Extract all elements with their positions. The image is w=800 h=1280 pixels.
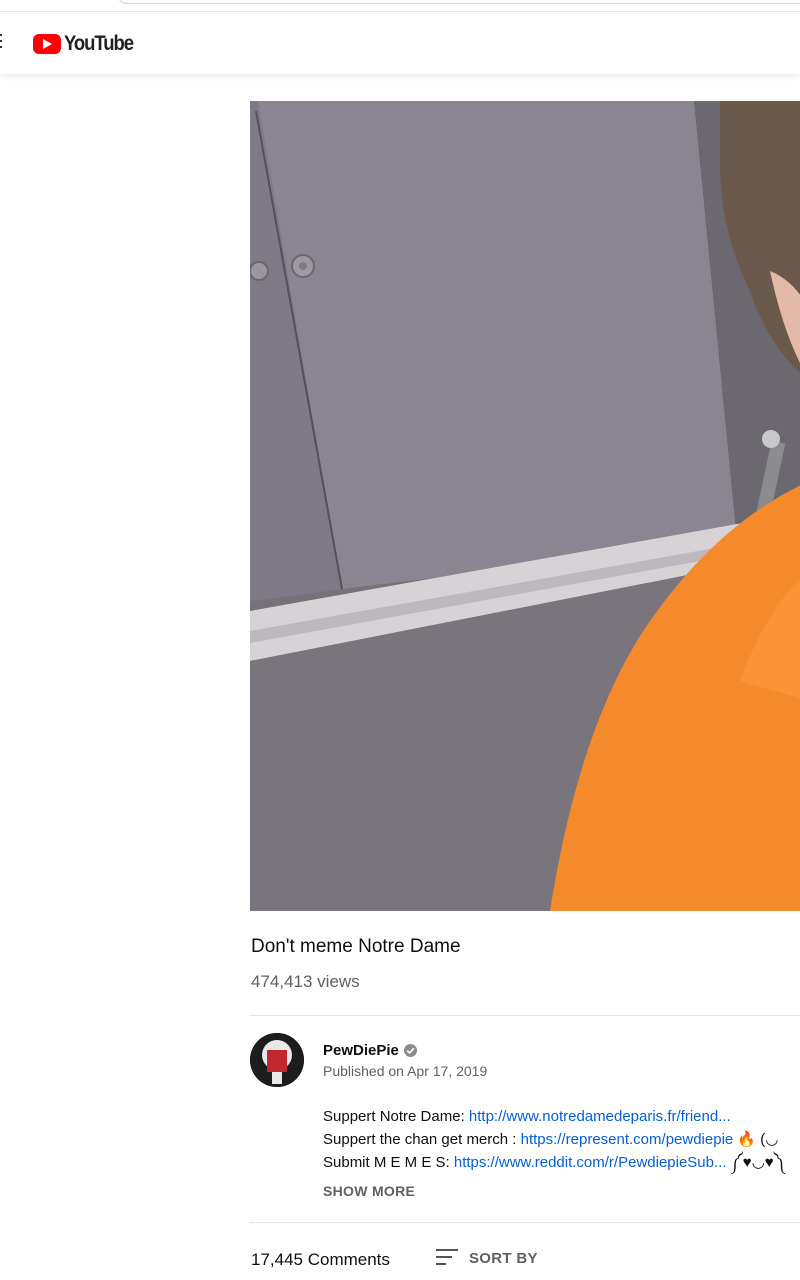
youtube-watch-page: YouTube Don't meme Notre Dame 474,413 vi…	[0, 0, 800, 1280]
avatar-image	[250, 1033, 304, 1087]
youtube-logo[interactable]: YouTube	[33, 32, 142, 56]
description-text: Suppert Notre Dame:	[323, 1108, 469, 1125]
video-frame	[250, 101, 800, 911]
check-circle-icon	[403, 1044, 417, 1057]
description-line: Suppert Notre Dame: http://www.notredame…	[323, 1105, 800, 1128]
channel-info: PewDiePie	[323, 1042, 417, 1059]
description-emoji: 🔥 (◡	[733, 1131, 779, 1148]
description-text: Submit M E M E S:	[323, 1154, 454, 1171]
divider	[250, 1015, 800, 1016]
description-line: Submit M E M E S: https://www.reddit.com…	[323, 1151, 800, 1174]
description-emoji: ༼♥◡♥༽	[726, 1154, 785, 1171]
reddit-link[interactable]: https://www.reddit.com/r/PewdiepieSub...	[454, 1154, 727, 1171]
show-more-button[interactable]: SHOW MORE	[323, 1183, 415, 1199]
channel-name[interactable]: PewDiePie	[323, 1042, 399, 1059]
masthead: YouTube	[0, 11, 800, 74]
video-description: Suppert Notre Dame: http://www.notredame…	[323, 1105, 800, 1174]
notre-dame-link[interactable]: http://www.notredamedeparis.fr/friend...	[469, 1108, 731, 1125]
sort-by-button[interactable]: SORT BY	[436, 1249, 538, 1267]
divider	[250, 1222, 800, 1223]
logo-text: YouTube	[64, 32, 134, 55]
channel-avatar[interactable]	[250, 1033, 304, 1087]
sort-label: SORT BY	[469, 1249, 538, 1267]
comments-count: 17,445 Comments	[251, 1250, 390, 1269]
publish-date: Published on Apr 17, 2019	[323, 1063, 488, 1079]
search-box-edge[interactable]	[118, 0, 800, 4]
play-logo-icon	[33, 34, 61, 54]
merch-link[interactable]: https://represent.com/pewdiepie	[521, 1131, 734, 1148]
description-text: Suppert the chan get merch :	[323, 1131, 521, 1148]
video-title: Don't meme Notre Dame	[251, 936, 461, 957]
menu-icon[interactable]	[0, 34, 4, 52]
video-player[interactable]	[250, 101, 800, 911]
sort-icon	[436, 1249, 458, 1267]
view-count: 474,413 views	[251, 972, 360, 991]
description-line: Suppert the chan get merch : https://rep…	[323, 1128, 800, 1151]
